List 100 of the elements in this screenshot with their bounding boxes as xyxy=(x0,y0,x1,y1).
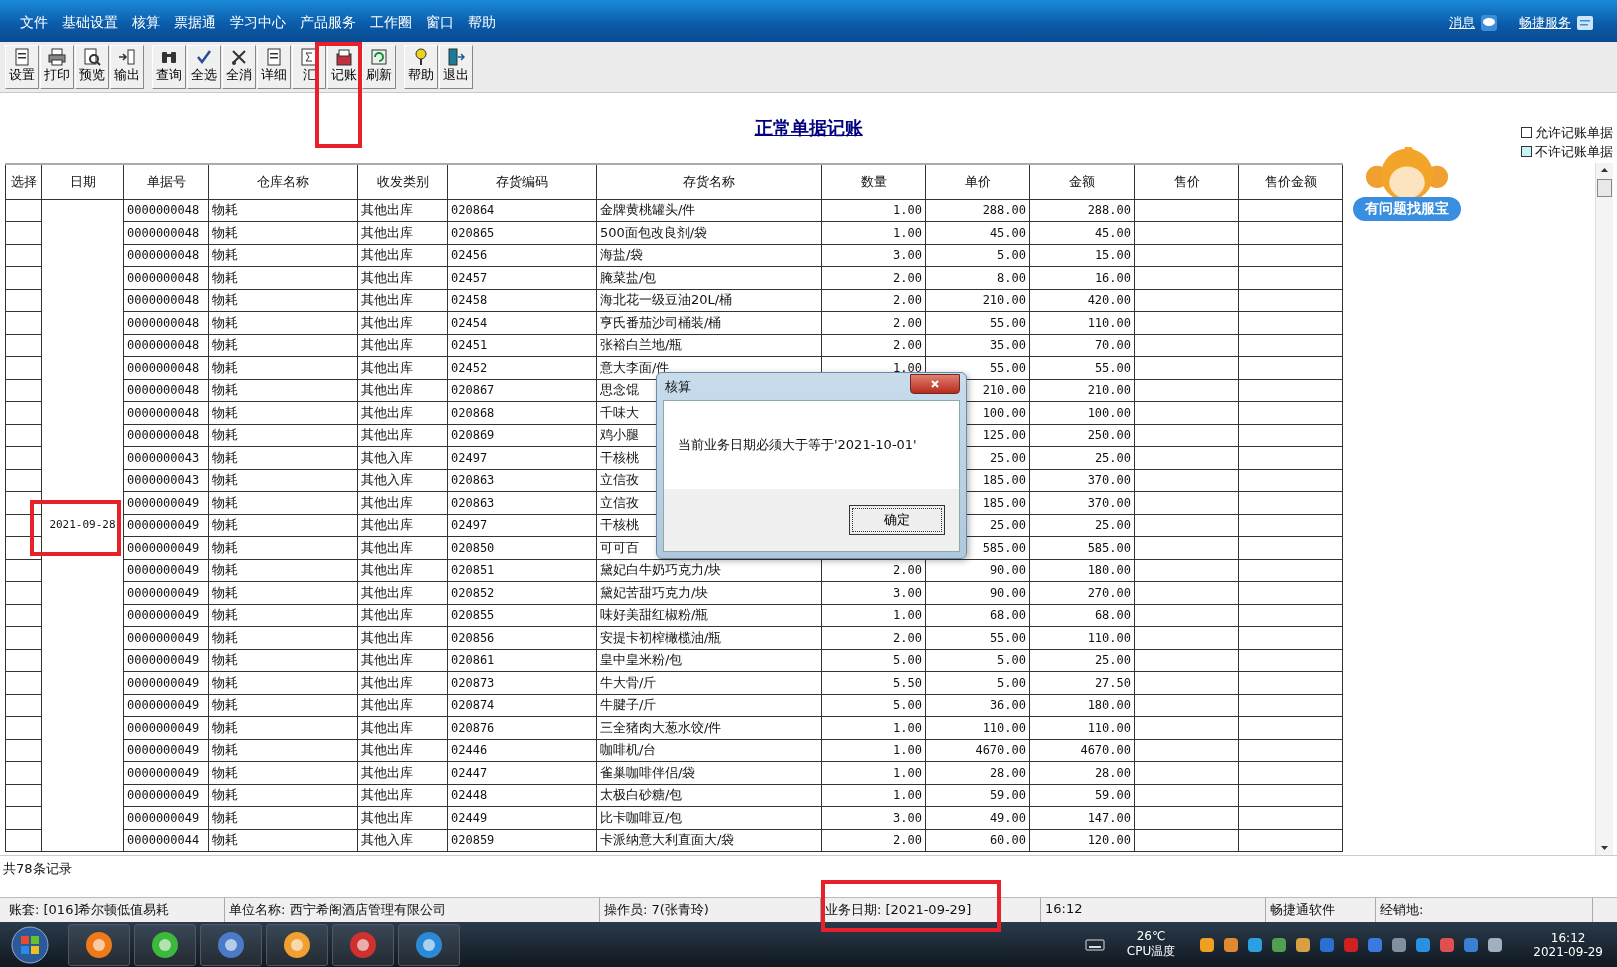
temperature-label: CPU温度 xyxy=(1126,943,1176,961)
table-cell: 02446 xyxy=(447,739,597,762)
table-cell: 02447 xyxy=(447,761,597,785)
table-cell: 亨氏番茄沙司桶装/桶 xyxy=(596,311,822,335)
table-cell: 0000000049 xyxy=(123,671,209,695)
column-header[interactable]: 收发类别 xyxy=(357,163,448,200)
menu-item[interactable]: 票据通 xyxy=(174,13,216,32)
table-cell: 物耗 xyxy=(208,446,358,470)
table-cell: 海北花一级豆油20L/桶 xyxy=(596,289,822,312)
table-cell: 020865 xyxy=(447,221,597,245)
table-cell: 0000000048 xyxy=(123,401,209,425)
table-cell: 其他出库 xyxy=(357,266,448,290)
table-cell: 0000000048 xyxy=(123,356,209,380)
table-cell: 2.00 xyxy=(821,626,926,650)
menu-item[interactable]: 学习中心 xyxy=(230,13,286,32)
column-header[interactable]: 金额 xyxy=(1029,163,1135,200)
table-cell: 5.00 xyxy=(925,244,1030,267)
table-cell: 370.00 xyxy=(1029,491,1135,515)
table-cell: 物耗 xyxy=(208,806,358,830)
table-cell: 其他出库 xyxy=(357,221,448,245)
column-header[interactable]: 存货编码 xyxy=(447,163,597,200)
column-header[interactable]: 售价 xyxy=(1134,163,1239,200)
table-cell: 0000000049 xyxy=(123,491,209,515)
table-cell: 5.50 xyxy=(821,671,926,695)
table-cell: 物耗 xyxy=(208,334,358,357)
table-cell: 020852 xyxy=(447,581,597,605)
table-cell: 28.00 xyxy=(925,761,1030,785)
menu-item[interactable]: 窗口 xyxy=(426,13,454,32)
toolbar-button[interactable]: 全消 xyxy=(222,44,256,89)
table-cell: 其他出库 xyxy=(357,784,448,807)
table-cell: 腌菜盐/包 xyxy=(596,266,822,290)
table-cell: 2.00 xyxy=(821,311,926,335)
table-cell: 4670.00 xyxy=(1029,739,1135,762)
table-cell: 金牌黄桃罐头/件 xyxy=(596,199,822,222)
menu-item[interactable]: 文件 xyxy=(20,13,48,32)
table-cell: 三全猪肉大葱水饺/件 xyxy=(596,716,822,740)
toolbar-button[interactable]: 刷新 xyxy=(362,44,396,89)
table-cell: 张裕白兰地/瓶 xyxy=(596,334,822,357)
toolbar-button[interactable]: 详细 xyxy=(257,44,291,89)
table-cell: 020863 xyxy=(447,491,597,515)
column-header[interactable]: 售价金额 xyxy=(1238,163,1343,200)
table-cell: 3.00 xyxy=(821,581,926,605)
table-cell: 物耗 xyxy=(208,559,358,582)
menu-item[interactable]: 基础设置 xyxy=(62,13,118,32)
table-cell: 0000000049 xyxy=(123,626,209,650)
top-link[interactable]: 畅捷服务 xyxy=(1519,13,1571,32)
toolbar-button[interactable]: 记账 xyxy=(327,44,361,89)
column-header[interactable]: 存货名称 xyxy=(596,163,822,200)
table-cell: 其他出库 xyxy=(357,559,448,582)
toolbar-button[interactable]: 全选 xyxy=(187,44,221,89)
table-cell: 0000000044 xyxy=(123,829,209,852)
table-cell: 0000000048 xyxy=(123,334,209,357)
table-cell: 其他出库 xyxy=(357,379,448,402)
table-cell: 其他出库 xyxy=(357,694,448,717)
table-cell: 1.00 xyxy=(821,739,926,762)
table-cell: 5.00 xyxy=(925,649,1030,672)
table-cell: 雀巢咖啡伴侣/袋 xyxy=(596,761,822,785)
toolbar-button[interactable]: 查询 xyxy=(152,44,186,89)
table-cell: 安提卡初榨橄榄油/瓶 xyxy=(596,626,822,650)
column-header[interactable]: 单据号 xyxy=(123,163,209,200)
column-header[interactable]: 单价 xyxy=(925,163,1030,200)
temperature: 26℃ xyxy=(1136,929,1166,944)
toolbar-button[interactable]: 打印 xyxy=(40,44,74,89)
table-cell: 其他出库 xyxy=(357,716,448,740)
column-header[interactable]: 数量 xyxy=(821,163,926,200)
table-cell: 020851 xyxy=(447,559,597,582)
table-cell: 咖啡机/台 xyxy=(596,739,822,762)
table-cell: 180.00 xyxy=(1029,694,1135,717)
table-cell: 物耗 xyxy=(208,649,358,672)
table-cell: 25.00 xyxy=(1029,446,1135,470)
menu-item[interactable]: 产品服务 xyxy=(300,13,356,32)
toolbar-button[interactable]: 设置 xyxy=(5,44,39,89)
ok-button[interactable]: 确定 xyxy=(849,505,945,535)
table-cell: 02497 xyxy=(447,446,597,470)
column-header[interactable]: 仓库名称 xyxy=(208,163,358,200)
menu-item[interactable]: 工作圈 xyxy=(370,13,412,32)
table-cell: 味好美甜红椒粉/瓶 xyxy=(596,604,822,627)
table-cell: 太极白砂糖/包 xyxy=(596,784,822,807)
table-cell: 020876 xyxy=(447,716,597,740)
column-header[interactable]: 选择 xyxy=(5,163,42,200)
table-cell: 物耗 xyxy=(208,424,358,447)
table-cell: 02457 xyxy=(447,266,597,290)
table-cell: 020873 xyxy=(447,671,597,695)
table-cell: 其他出库 xyxy=(357,671,448,695)
table-cell: 1.00 xyxy=(821,761,926,785)
table-cell: 020863 xyxy=(447,469,597,492)
table-cell: 其他出库 xyxy=(357,356,448,380)
top-link[interactable]: 消息 xyxy=(1449,13,1475,32)
table-cell: 0000000049 xyxy=(123,536,209,560)
clock[interactable]: 16:12 2021-09-29 xyxy=(1533,930,1603,959)
table-cell: 55.00 xyxy=(925,626,1030,650)
column-header[interactable]: 日期 xyxy=(41,163,124,200)
table-cell: 其他出库 xyxy=(357,401,448,425)
menu-item[interactable]: 帮助 xyxy=(468,13,496,32)
table-cell: 物耗 xyxy=(208,469,358,492)
toolbar-button[interactable]: 帮助 xyxy=(404,44,438,89)
toolbar-button[interactable]: 退出 xyxy=(439,44,473,89)
menu-item[interactable]: 核算 xyxy=(132,13,160,32)
toolbar-button[interactable]: 预览 xyxy=(75,44,109,89)
toolbar-button[interactable]: 输出 xyxy=(110,44,144,89)
